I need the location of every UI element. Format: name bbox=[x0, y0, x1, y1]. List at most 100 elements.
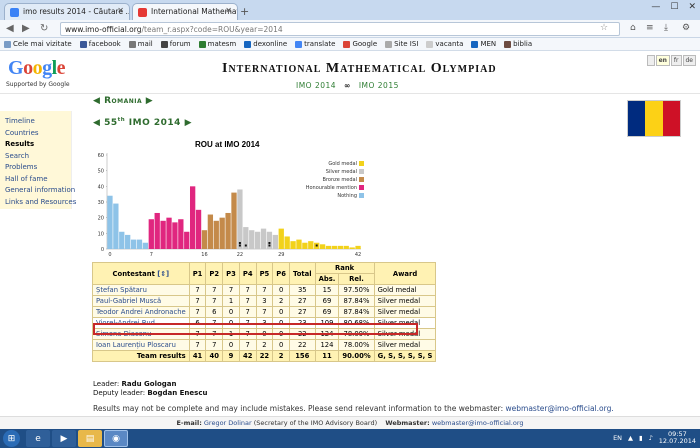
contestant-name-link[interactable]: Teodor Andrei Andronache bbox=[92, 306, 190, 318]
legend-swatch bbox=[359, 193, 364, 198]
google-logo[interactable]: Google bbox=[8, 57, 66, 80]
bookmark-item[interactable]: forum bbox=[160, 40, 191, 48]
rank-rel: 87.84% bbox=[338, 306, 375, 318]
tab-bar: imo results 2014 - Căutare ... ✕ Interna… bbox=[0, 0, 700, 20]
problem-score: 3 bbox=[255, 295, 274, 307]
bookmark-item[interactable]: dexonline bbox=[244, 40, 287, 48]
bookmark-item[interactable]: mail bbox=[128, 40, 153, 48]
ie-taskbar-icon[interactable]: e bbox=[26, 430, 50, 447]
team-total: 156 bbox=[289, 350, 316, 362]
bookmark-item[interactable]: Site ISI bbox=[385, 40, 418, 48]
contestant-name-link[interactable]: Ștefan Spătaru bbox=[92, 284, 190, 296]
bookmark-item[interactable]: facebook bbox=[79, 40, 121, 48]
footer-webmaster-link[interactable]: webmaster@imo-official.org bbox=[432, 419, 524, 427]
bar bbox=[319, 244, 326, 249]
team-marker bbox=[268, 242, 271, 244]
network-icon[interactable]: ▮ bbox=[639, 434, 643, 442]
tab-title: imo results 2014 - Căutare ... bbox=[23, 7, 130, 16]
bar bbox=[237, 189, 243, 249]
close-icon[interactable]: ✕ bbox=[117, 6, 124, 15]
sort-contestant-link[interactable]: [⇕] bbox=[157, 270, 169, 278]
web-page: Google Supported by Google International… bbox=[0, 51, 700, 429]
maximize-icon[interactable]: ☐ bbox=[670, 2, 678, 12]
deputy-leader-name: Bogdan Enescu bbox=[147, 389, 208, 397]
webmaster-email-link[interactable]: webmaster@imo-official.org. bbox=[506, 404, 614, 413]
sidebar-item-hall-of-fame[interactable]: Hall of fame bbox=[5, 175, 71, 183]
media-player-taskbar-icon[interactable]: ▶ bbox=[52, 430, 76, 447]
bar bbox=[349, 247, 355, 249]
start-button-icon[interactable]: ⊞ bbox=[3, 430, 20, 447]
bar bbox=[148, 219, 154, 249]
sidebar-item-search[interactable]: Search bbox=[5, 152, 71, 160]
problem-score: 2 bbox=[272, 295, 290, 307]
imo-2014-link[interactable]: IMO 2014 bbox=[296, 81, 336, 90]
reload-icon[interactable]: ↻ bbox=[40, 23, 48, 34]
problem-score: 0 bbox=[272, 284, 290, 296]
sidebar-item-links-resources[interactable]: Links and Resources bbox=[5, 198, 76, 206]
imo-heading: ◀ 55th IMO 2014 ▶ bbox=[93, 117, 192, 128]
lang-en-button[interactable]: en bbox=[655, 55, 670, 66]
menu-icon[interactable]: ≡ bbox=[646, 23, 654, 33]
table-row: Ștefan Spătaru 7 7 7 7 7 0 35 15 97.50% Gold medal bbox=[92, 284, 437, 296]
home-icon[interactable]: ⌂ bbox=[630, 23, 636, 33]
tray-arrow-icon[interactable]: ▲ bbox=[628, 434, 633, 442]
team-award: G, S, S, S, S, S bbox=[373, 350, 437, 362]
bookmark-item[interactable]: biblia bbox=[504, 40, 532, 48]
imo-2015-link[interactable]: IMO 2015 bbox=[359, 81, 399, 90]
firefox-taskbar-icon[interactable]: ◉ bbox=[104, 430, 128, 447]
settings-icon[interactable]: ⚙ bbox=[682, 23, 690, 33]
next-country-arrow-icon[interactable]: ▶ bbox=[146, 96, 153, 106]
col-p2: P2 bbox=[205, 262, 224, 285]
problem-score: 7 bbox=[205, 295, 224, 307]
prev-country-arrow-icon[interactable]: ◀ bbox=[93, 96, 100, 106]
team-rank-rel: 90.00% bbox=[338, 350, 375, 362]
search-favicon-icon bbox=[10, 8, 19, 17]
x-tick-label: 0 bbox=[108, 252, 111, 257]
minimize-icon[interactable]: — bbox=[651, 2, 660, 12]
rank-abs: 124 bbox=[314, 339, 340, 351]
tab-imo-official[interactable]: International Mathematical ... ✕ bbox=[132, 3, 238, 20]
lang-de-button[interactable]: de bbox=[682, 55, 696, 66]
bookmark-item[interactable]: matesm bbox=[198, 40, 236, 48]
clock[interactable]: 09:57 12.07.2014 bbox=[659, 431, 696, 445]
bookmark-item[interactable]: Google bbox=[343, 40, 377, 48]
x-tick-label: 16 bbox=[201, 252, 207, 257]
bar bbox=[355, 245, 361, 249]
contestant-name-link[interactable]: Paul-Gabriel Muscă bbox=[92, 295, 190, 307]
lang-flag-button[interactable] bbox=[646, 55, 655, 66]
contestant-name-link[interactable]: Ioan Laurențiu Ploscaru bbox=[92, 339, 190, 351]
url-input[interactable]: www.imo-official.org/team_r.aspx?code=RO… bbox=[60, 22, 620, 36]
country-name: Romania bbox=[104, 96, 143, 106]
bar bbox=[160, 220, 166, 249]
problem-score: 7 bbox=[222, 284, 240, 296]
bar bbox=[178, 219, 184, 249]
close-icon[interactable]: ✕ bbox=[225, 6, 232, 15]
sidebar-item-countries[interactable]: Countries bbox=[5, 129, 71, 137]
prev-year-arrow-icon[interactable]: ◀ bbox=[93, 118, 100, 128]
download-icon[interactable]: ⤓ bbox=[664, 23, 668, 33]
sidebar-item-general-information[interactable]: General information bbox=[5, 186, 75, 194]
bar bbox=[207, 214, 214, 249]
imo-year-links: IMO 2014 ∞ IMO 2015 bbox=[296, 81, 399, 90]
back-icon[interactable]: ◀ bbox=[6, 23, 14, 34]
team-marker bbox=[238, 242, 241, 244]
bookmark-item[interactable]: vacanta bbox=[426, 40, 463, 48]
sidebar-item-problems[interactable]: Problems bbox=[5, 163, 71, 171]
bookmark-star-icon[interactable]: ☆ bbox=[600, 23, 608, 33]
bookmark-item[interactable]: MEN bbox=[471, 40, 496, 48]
bookmark-item[interactable]: translate bbox=[295, 40, 335, 48]
sidebar-item-results[interactable]: Results bbox=[5, 140, 71, 148]
y-tick-label: 60 bbox=[98, 153, 104, 159]
forward-icon[interactable]: ▶ bbox=[22, 23, 30, 34]
bookmark-item[interactable]: Cele mai vizitate bbox=[4, 40, 72, 48]
tab-imo-results[interactable]: imo results 2014 - Căutare ... ✕ bbox=[4, 3, 130, 20]
input-language[interactable]: EN bbox=[613, 434, 622, 442]
volume-icon[interactable]: ♪ bbox=[649, 434, 653, 442]
sidebar-item-timeline[interactable]: Timeline bbox=[5, 117, 71, 125]
next-year-arrow-icon[interactable]: ▶ bbox=[185, 118, 192, 128]
lang-fr-button[interactable]: fr bbox=[670, 55, 682, 66]
new-tab-icon[interactable]: + bbox=[240, 5, 249, 18]
explorer-folder-icon[interactable]: ▤ bbox=[78, 430, 102, 447]
close-window-icon[interactable]: ✕ bbox=[688, 2, 696, 12]
secretary-email-link[interactable]: Gregor Dolinar bbox=[204, 419, 252, 427]
